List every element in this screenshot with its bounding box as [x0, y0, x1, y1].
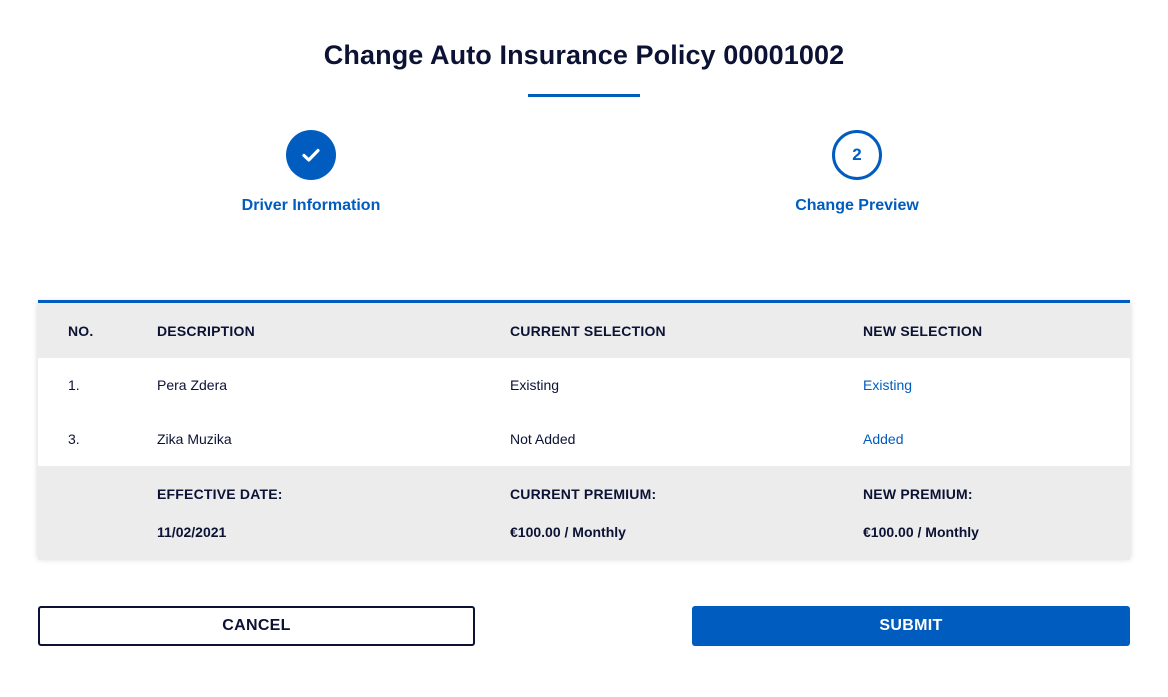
step-active-circle: 2 [832, 130, 882, 180]
row-number: 3. [68, 431, 80, 447]
change-preview-table: NO. DESCRIPTION CURRENT SELECTION NEW SE… [38, 300, 1130, 560]
header-description: DESCRIPTION [157, 323, 255, 339]
table-row: 3. Zika Muzika Not Added Added [38, 412, 1130, 466]
row-current-selection: Not Added [510, 431, 576, 447]
step-change-preview[interactable]: 2 Change Preview [707, 130, 1007, 215]
row-number: 1. [68, 377, 80, 393]
effective-date-value: 11/02/2021 [157, 524, 227, 540]
step-driver-information[interactable]: Driver Information [161, 130, 461, 215]
new-premium-label: NEW PREMIUM: [863, 486, 973, 502]
new-premium-value: €100.00 / Monthly [863, 524, 979, 540]
cancel-button[interactable]: CANCEL [38, 606, 475, 646]
table-header-row: NO. DESCRIPTION CURRENT SELECTION NEW SE… [38, 303, 1130, 358]
step-completed-circle [286, 130, 336, 180]
title-underline [528, 94, 640, 97]
row-description: Pera Zdera [157, 377, 228, 393]
submit-button[interactable]: SUBMIT [692, 606, 1130, 646]
current-premium-value: €100.00 / Monthly [510, 524, 626, 540]
row-current-selection: Existing [510, 377, 560, 393]
header-new-selection: NEW SELECTION [863, 323, 983, 339]
header-no: NO. [68, 323, 94, 339]
step-label: Change Preview [795, 197, 919, 214]
effective-date-label: EFFECTIVE DATE: [157, 486, 283, 502]
header-current-selection: CURRENT SELECTION [510, 323, 666, 339]
table-row: 1. Pera Zdera Existing Existing [38, 358, 1130, 412]
table-summary-row: EFFECTIVE DATE: 11/02/2021 CURRENT PREMI… [38, 466, 1130, 560]
row-description: Zika Muzika [157, 431, 232, 447]
row-new-selection: Added [863, 431, 904, 447]
step-number: 2 [852, 145, 862, 164]
row-new-selection: Existing [863, 377, 913, 393]
step-label: Driver Information [241, 197, 381, 214]
page-title: Change Auto Insurance Policy 00001002 [323, 40, 845, 70]
check-icon [302, 148, 320, 162]
current-premium-label: CURRENT PREMIUM: [510, 486, 657, 502]
